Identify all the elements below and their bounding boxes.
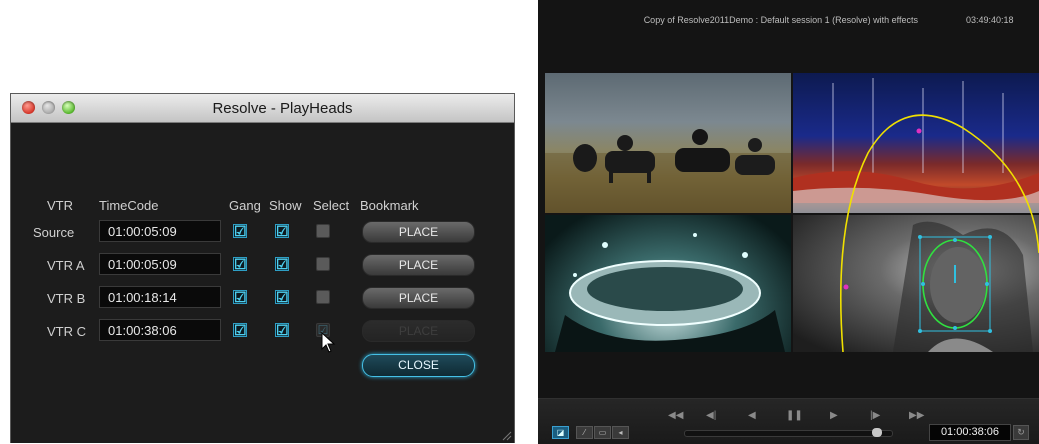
show-checkbox-vtr-b[interactable]: ☑ <box>275 290 289 304</box>
step-forward-button[interactable]: |▶ <box>870 410 880 421</box>
frame-watch <box>545 215 791 352</box>
viewer-mode-wipe-icon[interactable]: ◪ <box>552 426 569 439</box>
scrubber-track[interactable] <box>684 430 893 437</box>
header-bookmark: Bookmark <box>360 198 419 213</box>
pause-button[interactable]: ❚❚ <box>786 410 803 421</box>
close-button[interactable]: CLOSE <box>362 354 475 377</box>
place-button-vtr-b[interactable]: PLACE <box>362 287 475 309</box>
viewer-clock: 03:49:40:18 <box>966 15 1014 25</box>
power-window-overlay[interactable] <box>793 73 1039 352</box>
loop-icon[interactable]: ↻ <box>1013 425 1029 440</box>
show-checkbox-vtr-a[interactable]: ☑ <box>275 257 289 271</box>
timecode-field-vtr-c[interactable]: 01:00:38:06 <box>99 319 221 341</box>
header-vtr: VTR <box>47 198 73 213</box>
dialog-title: Resolve - PlayHeads <box>212 100 353 117</box>
scrubber-handle[interactable] <box>872 428 882 437</box>
transport-bar: ◀◀ ◀| ◀ ❚❚ ▶ |▶ ▶▶ ◪ ⁄ ▭ ◂ 01:00:38:06 ↻ <box>538 398 1039 444</box>
show-checkbox-source[interactable]: ☑ <box>275 224 289 238</box>
playheads-dialog: Resolve - PlayHeads VTR TimeCode Gang Sh… <box>10 93 515 443</box>
timecode-field-vtr-b[interactable]: 01:00:18:14 <box>99 286 221 308</box>
header-select: Select <box>313 198 350 213</box>
viewer-mode-audio-icon[interactable]: ◂ <box>612 426 629 439</box>
viewer-title: Copy of Resolve2011Demo : Default sessio… <box>643 15 918 25</box>
viewer-timecode: 01:00:38:06 <box>929 424 1011 441</box>
row-label-vtr-b: VTR B <box>47 291 86 306</box>
viewer-mode-split-icon[interactable]: ⁄ <box>576 426 593 439</box>
place-button-source[interactable]: PLACE <box>362 221 475 243</box>
split-screen-view[interactable] <box>545 73 1039 352</box>
fast-forward-button[interactable]: ▶▶ <box>909 410 924 421</box>
play-button[interactable]: ▶ <box>830 410 838 421</box>
step-back-button[interactable]: ◀| <box>706 410 716 421</box>
select-checkbox-vtr-b[interactable] <box>316 290 330 304</box>
row-label-source: Source <box>33 225 75 240</box>
gang-checkbox-source[interactable]: ☑ <box>233 224 247 238</box>
resize-grip-icon[interactable] <box>500 429 512 441</box>
play-reverse-button[interactable]: ◀ <box>748 410 756 421</box>
timecode-field-source[interactable]: 01:00:05:09 <box>99 220 221 242</box>
header-gang: Gang <box>229 198 261 213</box>
show-checkbox-vtr-c[interactable]: ☑ <box>275 323 289 337</box>
header-timecode: TimeCode <box>99 198 159 213</box>
header-show: Show <box>269 198 302 213</box>
row-label-vtr-c: VTR C <box>47 324 86 339</box>
select-checkbox-vtr-a[interactable] <box>316 257 330 271</box>
place-button-vtr-c[interactable]: PLACE <box>362 320 475 342</box>
place-button-vtr-a[interactable]: PLACE <box>362 254 475 276</box>
viewer-mode-monitor-icon[interactable]: ▭ <box>594 426 611 439</box>
dialog-titlebar[interactable]: Resolve - PlayHeads <box>11 94 514 123</box>
gang-checkbox-vtr-b[interactable]: ☑ <box>233 290 247 304</box>
resolve-viewer: Copy of Resolve2011Demo : Default sessio… <box>538 0 1039 444</box>
frame-riders <box>545 73 791 213</box>
rewind-fast-button[interactable]: ◀◀ <box>668 410 683 421</box>
mouse-pointer-icon <box>321 332 336 353</box>
timecode-field-vtr-a[interactable]: 01:00:05:09 <box>99 253 221 275</box>
select-checkbox-source[interactable] <box>316 224 330 238</box>
gang-checkbox-vtr-c[interactable]: ☑ <box>233 323 247 337</box>
row-label-vtr-a: VTR A <box>47 258 85 273</box>
gang-checkbox-vtr-a[interactable]: ☑ <box>233 257 247 271</box>
